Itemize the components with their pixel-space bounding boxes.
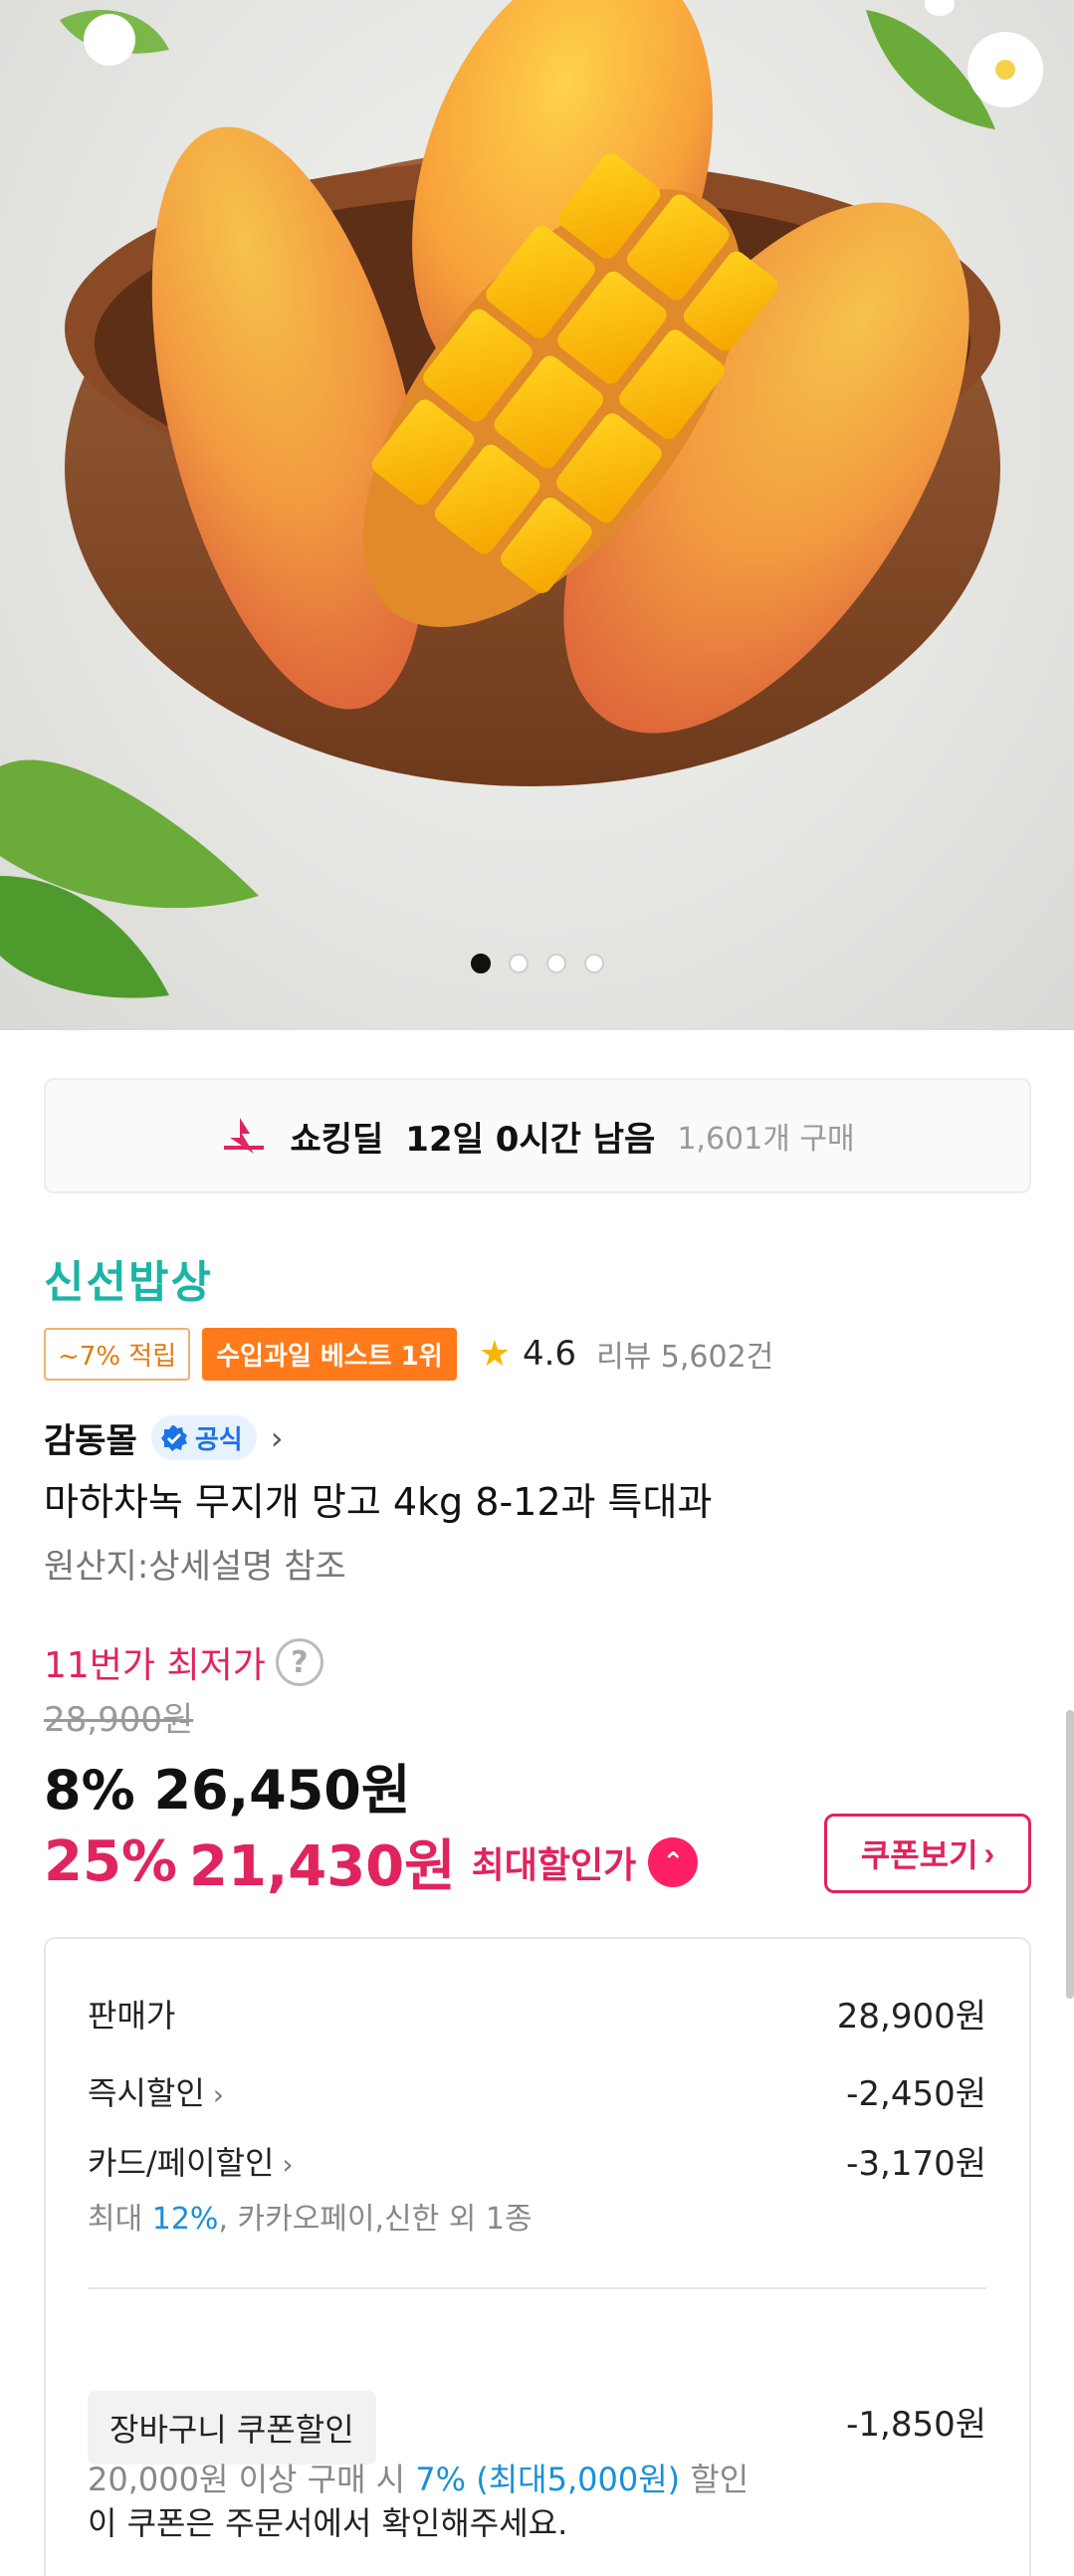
carousel-dot-2[interactable]: [508, 954, 529, 973]
instant-discount-row[interactable]: 즉시할인 › -2,450원: [88, 2066, 986, 2115]
product-origin: 원산지:상세설명 참조: [44, 1547, 346, 1587]
official-label: 공식: [194, 1425, 243, 1455]
verified-check-icon: [160, 1424, 187, 1451]
chevron-right-icon: ›: [212, 2077, 224, 2111]
cart-coupon-label: 장바구니 쿠폰할인: [88, 2391, 376, 2465]
sale-price-value: 28,900원: [836, 1997, 986, 2037]
official-badge: 공식: [150, 1415, 257, 1460]
chevron-right-icon: ›: [270, 1418, 284, 1457]
product-title: 마하차녹 무지개 망고 4kg 8-12과 특대과: [44, 1480, 713, 1524]
cart-coupon-note: 이 쿠폰은 주문서에서 확인해주세요.: [88, 2504, 568, 2542]
chevron-right-icon: ›: [282, 2147, 294, 2181]
carousel-indicator: [0, 954, 1074, 973]
product-tags: ~7% 적립 수입과일 베스트 1위 ★ 4.6 리뷰 5,602건: [44, 1327, 773, 1381]
deal-title: 쇼킹딜: [290, 1119, 384, 1160]
coupon-button-label: 쿠폰보기: [860, 1837, 978, 1873]
carousel-dot-1[interactable]: [470, 954, 491, 973]
chevron-up-icon[interactable]: ⌃: [648, 1836, 699, 1887]
sale-price-label: 판매가: [88, 1996, 176, 2035]
lowest-price-row: 11번가 최저가 ?: [44, 1636, 323, 1688]
shocking-deal-icon: [224, 1118, 265, 1154]
max-discount-pct: 25%: [44, 1829, 178, 1894]
points-tag: ~7% 적립: [44, 1327, 191, 1381]
cart-coupon-value: -1,850원: [846, 2405, 986, 2445]
brand-name[interactable]: 신선밥상: [44, 1246, 213, 1310]
max-discount-row: 25% 21,430원 최대할인가 ⌃: [44, 1822, 699, 1902]
help-icon[interactable]: ?: [275, 1638, 323, 1686]
view-coupon-button[interactable]: 쿠폰보기 ›: [824, 1814, 1031, 1893]
deal-time-left: 12일 0시간 남음: [405, 1119, 656, 1160]
review-count[interactable]: 리뷰 5,602건: [596, 1332, 773, 1376]
product-image-carousel[interactable]: [0, 0, 1074, 1030]
card-discount-value: -3,170원: [846, 2144, 986, 2184]
original-price: 28,900원: [44, 1700, 194, 1740]
instant-discount-value: -2,450원: [846, 2074, 986, 2114]
seller-link[interactable]: 감동몰 공식 ›: [44, 1413, 283, 1462]
carousel-dot-4[interactable]: [583, 954, 604, 973]
instant-discount-label: 즉시할인 ›: [88, 2073, 224, 2112]
shocking-deal-banner[interactable]: 쇼킹딜 12일 0시간 남음 1,601개 구매: [44, 1078, 1031, 1193]
rating-value: 4.6: [522, 1334, 577, 1374]
card-discount-note: 최대 12%, 카카오페이,신한 외 1종: [88, 2202, 533, 2237]
cart-coupon-condition: 20,000원 이상 구매 시 7% (최대5,000원) 할인: [88, 2461, 750, 2498]
deal-purchase-count: 1,601개 구매: [677, 1122, 855, 1157]
page-scrollbar[interactable]: [1066, 1710, 1074, 1999]
chevron-right-icon: ›: [983, 1834, 995, 1871]
max-discount-price: 21,430원: [189, 1834, 456, 1899]
lowest-price-label: 11번가 최저가: [44, 1645, 266, 1686]
discounted-price: 8% 26,450원: [44, 1759, 411, 1822]
carousel-dot-3[interactable]: [545, 954, 566, 973]
max-discount-label: 최대할인가: [471, 1844, 637, 1886]
sale-price-row: 판매가 28,900원: [88, 1989, 986, 2038]
card-discount-label: 카드/페이할인 ›: [88, 2143, 294, 2182]
card-discount-row[interactable]: 카드/페이할인 › -3,170원: [88, 2136, 986, 2185]
seller-name: 감동몰: [44, 1421, 137, 1461]
star-icon: ★: [478, 1333, 511, 1375]
mango-bowl-image: [0, 0, 1043, 998]
divider: [88, 2287, 986, 2289]
best-seller-tag[interactable]: 수입과일 베스트 1위: [202, 1327, 457, 1381]
